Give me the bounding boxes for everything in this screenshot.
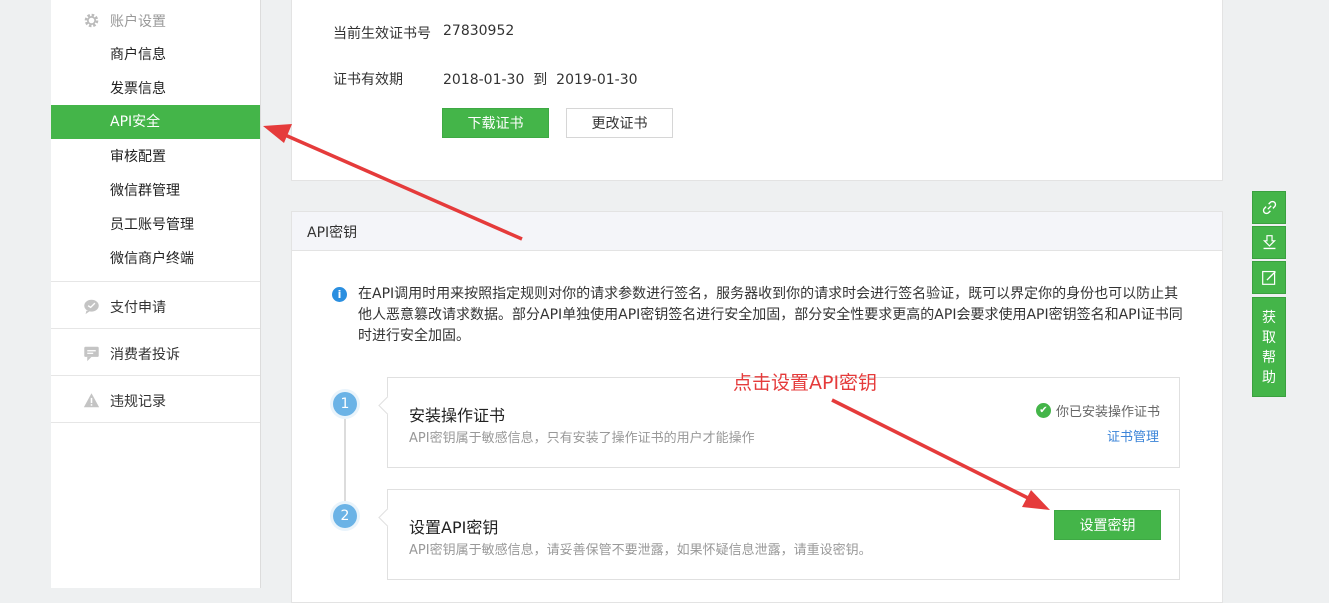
sidebar-group-label: 消费者投诉 [110, 347, 180, 363]
sidebar-item-review-config[interactable]: 审核配置 [51, 140, 260, 174]
api-key-title: API密钥 [307, 225, 358, 241]
arrow-to-sidebar-head [263, 124, 292, 143]
annotation-text: 点击设置API密钥 [733, 372, 878, 394]
sidebar-item-label: 微信群管理 [110, 183, 180, 199]
step-title: 设置API密钥 [409, 518, 499, 537]
download-icon [1262, 235, 1277, 250]
cert-validity-value: 2018-01-30 到 2019-01-30 [443, 72, 638, 88]
step-title: 安装操作证书 [409, 406, 506, 425]
step-card-set-api-key: 设置API密钥 API密钥属于敏感信息，请妥善保管不要泄露，如果怀疑信息泄露，请… [378, 489, 1180, 580]
api-key-notice: i 在API调用时用来按照指定规则对你的请求参数进行签名，服务器收到你的请求时会… [332, 284, 1192, 347]
sidebar-group-account-settings[interactable]: 账户设置 [51, 9, 260, 31]
sidebar-item-invoice-info[interactable]: 发票信息 [51, 72, 260, 106]
warning-icon [83, 393, 100, 408]
sidebar-item-wechat-group[interactable]: 微信群管理 [51, 174, 260, 208]
step-number: 1 [333, 392, 357, 416]
status-text: 你已安装操作证书 [1055, 405, 1160, 420]
sidebar-divider [51, 281, 260, 282]
message-icon [84, 346, 99, 362]
chat-icon [84, 299, 99, 315]
sidebar-group-violation-record[interactable]: 违规记录 [51, 389, 260, 411]
help-char: 助 [1262, 370, 1276, 386]
sidebar-item-staff-account[interactable]: 员工账号管理 [51, 208, 260, 242]
link-button[interactable] [1252, 191, 1286, 224]
link-icon [1262, 200, 1277, 215]
sidebar: 账户设置 商户信息 发票信息 API安全 审核配置 微信群管理 员工账号管理 微… [51, 0, 261, 588]
step-connector [344, 414, 346, 518]
info-icon: i [332, 287, 347, 302]
cert-number-label: 当前生效证书号 [333, 26, 431, 42]
gear-icon [84, 13, 99, 28]
sidebar-group-payment-apply[interactable]: 支付申请 [51, 295, 260, 317]
sidebar-divider [51, 328, 260, 329]
notice-text: 在API调用时用来按照指定规则对你的请求参数进行签名，服务器收到你的请求时会进行… [358, 286, 1183, 344]
edit-icon [1262, 270, 1276, 285]
step-description: API密钥属于敏感信息，请妥善保管不要泄露，如果怀疑信息泄露，请重设密钥。 [409, 543, 872, 558]
help-button[interactable]: 获 取 帮 助 [1252, 297, 1286, 397]
check-icon: ✔ [1035, 403, 1051, 418]
certificate-panel: 当前生效证书号 27830952 证书有效期 2018-01-30 到 2019… [291, 0, 1223, 181]
cert-validity-label: 证书有效期 [333, 72, 403, 88]
sidebar-item-api-security[interactable]: API安全 [51, 105, 260, 139]
sidebar-group-label: 违规记录 [110, 394, 166, 410]
help-char: 帮 [1262, 350, 1276, 366]
sidebar-divider [51, 422, 260, 423]
sidebar-item-merchant-terminal[interactable]: 微信商户终端 [51, 242, 260, 276]
sidebar-item-label: API安全 [110, 114, 161, 130]
sidebar-item-label: 员工账号管理 [110, 217, 194, 233]
sidebar-item-merchant-info[interactable]: 商户信息 [51, 38, 260, 72]
set-key-button[interactable]: 设置密钥 [1054, 510, 1161, 540]
api-key-header: API密钥 [292, 212, 1222, 251]
sidebar-group-label: 账户设置 [110, 14, 166, 30]
sidebar-group-label: 支付申请 [110, 300, 166, 316]
sidebar-item-label: 商户信息 [110, 47, 166, 63]
cert-installed-status: ✔ 你已安装操作证书 [1035, 401, 1160, 420]
sidebar-item-label: 发票信息 [110, 81, 166, 97]
sidebar-group-consumer-complaint[interactable]: 消费者投诉 [51, 342, 260, 364]
download-cert-button[interactable]: 下载证书 [442, 108, 549, 138]
sidebar-divider [51, 375, 260, 376]
download-button[interactable] [1252, 226, 1286, 259]
help-char: 取 [1262, 330, 1276, 346]
cert-manage-link[interactable]: 证书管理 [1107, 426, 1159, 445]
sidebar-item-label: 微信商户终端 [110, 251, 194, 267]
step-description: API密钥属于敏感信息，只有安装了操作证书的用户才能操作 [409, 431, 755, 446]
feedback-button[interactable] [1252, 261, 1286, 294]
sidebar-item-label: 审核配置 [110, 149, 166, 165]
cert-number-value: 27830952 [443, 23, 515, 39]
help-char: 获 [1262, 310, 1276, 326]
step-number: 2 [333, 504, 357, 528]
change-cert-button[interactable]: 更改证书 [566, 108, 673, 138]
